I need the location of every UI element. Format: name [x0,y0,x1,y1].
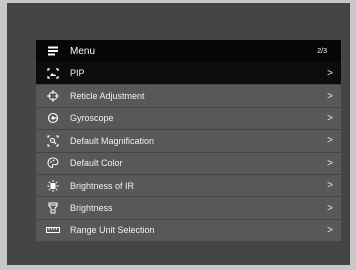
device-screen: Menu 2/3 PIP > Reticle Adjustment > Gyro… [7,3,350,265]
chevron-right-icon: > [327,67,333,79]
palette-icon [36,157,70,169]
chevron-right-icon: > [327,180,333,192]
chevron-right-icon: > [327,202,333,214]
menu-item-gyroscope[interactable]: Gyroscope > [36,106,341,130]
menu-item-default-magnification[interactable]: Default Magnification > [36,129,341,152]
menu-item-brightness[interactable]: Brightness > [36,196,341,219]
menu-item-label: Reticle Adjustment [70,91,145,102]
chevron-right-icon: > [327,224,333,236]
menu-title: Menu [70,45,96,57]
menu-item-default-color[interactable]: Default Color > [36,151,341,174]
menu-item-brightness-of-ir[interactable]: Brightness of IR > [36,173,341,197]
menu-item-label: Range Unit Selection [70,225,155,236]
ir-brightness-icon [36,179,70,192]
menu-item-pip[interactable]: PIP > [36,62,341,85]
chevron-right-icon: > [327,135,333,147]
settings-menu: Menu 2/3 PIP > Reticle Adjustment > Gyro… [36,40,341,242]
menu-item-label: Default Color [70,158,123,169]
menu-item-range-unit-selection[interactable]: Range Unit Selection > [36,218,341,242]
ruler-icon [36,226,70,234]
zoom-icon [36,135,70,147]
chevron-right-icon: > [327,157,333,169]
menu-item-label: Gyroscope [70,113,114,124]
menu-item-reticle-adjustment[interactable]: Reticle Adjustment > [36,84,341,107]
pip-icon [36,68,70,79]
menu-item-label: Brightness [70,203,113,214]
gyroscope-icon [36,112,70,124]
menu-item-label: Brightness of IR [70,180,135,191]
flashlight-icon [36,202,70,214]
chevron-right-icon: > [327,112,333,124]
hamburger-icon [36,46,70,56]
chevron-right-icon: > [327,90,333,102]
page-indicator: 2/3 [317,47,327,55]
menu-item-label: Default Magnification [70,135,155,146]
crosshair-icon [36,90,70,103]
menu-item-label: PIP [70,68,85,79]
menu-header: Menu 2/3 [36,40,341,62]
